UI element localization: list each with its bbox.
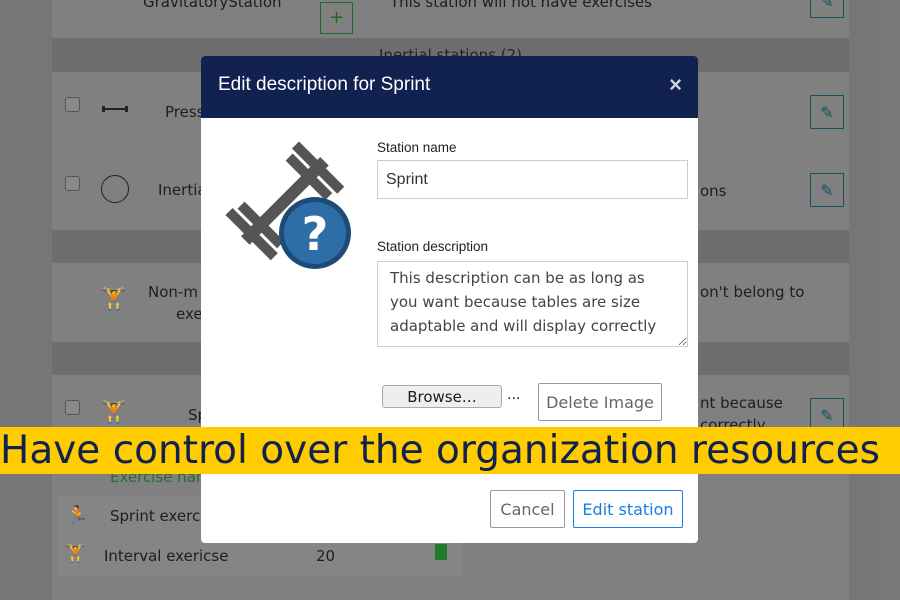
station-name: Press xyxy=(165,103,205,121)
exercise-name: Interval exericse xyxy=(104,547,229,565)
row-checkbox[interactable] xyxy=(65,176,80,191)
station-name: Non-m xyxy=(148,283,198,301)
press-icon xyxy=(102,106,128,112)
exercise-value: 20 xyxy=(316,547,336,565)
sprint-icon: 🏃 xyxy=(66,505,89,526)
pencil-icon: ✎ xyxy=(820,180,834,200)
svg-text:?: ? xyxy=(302,207,329,261)
row-checkbox[interactable] xyxy=(65,400,80,415)
station-name-cont: exe xyxy=(176,305,203,323)
close-icon[interactable]: × xyxy=(669,72,682,98)
station-name-input[interactable] xyxy=(377,160,688,199)
edit-button[interactable]: ✎ xyxy=(810,95,844,129)
unknown-station-icon: 🏋 xyxy=(100,400,128,425)
station-name: Inertia xyxy=(158,181,207,199)
inertial-icon xyxy=(101,175,129,203)
pencil-icon: ✎ xyxy=(820,0,834,11)
browse-button[interactable]: Browse… xyxy=(382,385,502,408)
station-description: ons xyxy=(700,182,727,200)
station-name: GravitatoryStation xyxy=(143,0,282,11)
station-description-label: Station description xyxy=(377,239,489,254)
pencil-icon: ✎ xyxy=(820,405,834,425)
station-description: This station will not have exercises xyxy=(390,0,652,11)
modal-header: Edit description for Sprint × xyxy=(201,56,698,118)
cancel-button[interactable]: Cancel xyxy=(490,490,565,528)
trash-icon[interactable] xyxy=(435,544,447,560)
weightlifting-icon: 🏋 xyxy=(64,543,87,564)
station-description: on't belong to xyxy=(700,283,805,301)
unknown-station-icon: 🏋 xyxy=(100,287,128,312)
modal-title: Edit description for Sprint xyxy=(218,74,431,95)
station-image: ? xyxy=(221,136,353,270)
delete-image-button[interactable]: Delete Image xyxy=(538,383,662,421)
edit-button[interactable]: ✎ xyxy=(810,173,844,207)
row-checkbox[interactable] xyxy=(65,97,80,112)
station-name-label: Station name xyxy=(377,140,457,155)
scrollbar[interactable] xyxy=(880,0,900,600)
edit-station-button[interactable]: Edit station xyxy=(573,490,683,528)
add-exercise-button[interactable]: + xyxy=(320,2,353,34)
pencil-icon: ✎ xyxy=(820,102,834,122)
file-name: ... xyxy=(507,387,521,403)
station-description-textarea[interactable]: This description can be as long as you w… xyxy=(377,261,688,347)
edit-button[interactable]: ✎ xyxy=(810,0,844,18)
station-description: nt because xyxy=(700,394,783,412)
exercise-name: Sprint exercis xyxy=(110,507,213,525)
promo-banner: Have control over the organization resou… xyxy=(0,427,900,474)
